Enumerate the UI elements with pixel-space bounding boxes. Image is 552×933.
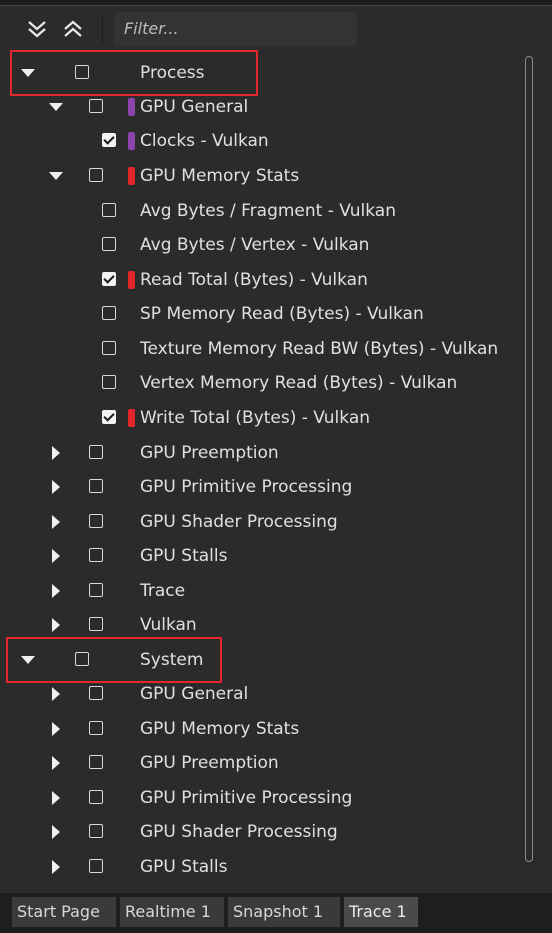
tree-label: Clocks - Vulkan [140, 131, 269, 151]
red-marker [128, 409, 135, 427]
chevron-right-icon[interactable] [47, 436, 65, 470]
checkbox[interactable] [89, 514, 103, 528]
tree-row-system-gpu-shader-processing[interactable]: GPU Shader Processing [0, 815, 520, 849]
top-border [0, 0, 552, 6]
counter-tree: Process GPU General Clocks - Vulkan GPU … [0, 56, 520, 892]
checkbox-checked[interactable] [102, 410, 116, 424]
checkbox[interactable] [102, 341, 116, 355]
tree-row-avg-bytes-vertex[interactable]: Avg Bytes / Vertex - Vulkan [0, 228, 520, 262]
double-chevron-up-icon[interactable] [58, 14, 88, 44]
checkbox[interactable] [89, 99, 103, 113]
checkbox[interactable] [89, 479, 103, 493]
checkbox[interactable] [89, 548, 103, 562]
tree-label: GPU Preemption [140, 753, 279, 773]
checkbox[interactable] [89, 755, 103, 769]
checkbox[interactable] [89, 721, 103, 735]
checkbox[interactable] [102, 375, 116, 389]
chevron-right-icon[interactable] [47, 850, 65, 884]
tree-label: GPU Preemption [140, 443, 279, 463]
checkbox-checked[interactable] [102, 133, 116, 147]
checkbox[interactable] [89, 859, 103, 873]
tree-label: Avg Bytes / Vertex - Vulkan [140, 235, 370, 255]
red-marker [128, 271, 135, 289]
tree-row-gpu-primitive-processing[interactable]: GPU Primitive Processing [0, 470, 520, 504]
checkbox[interactable] [102, 306, 116, 320]
tree-label: GPU Shader Processing [140, 512, 338, 532]
tree-row-vertex-memory-read[interactable]: Vertex Memory Read (Bytes) - Vulkan [0, 366, 520, 400]
chevron-right-icon[interactable] [47, 746, 65, 780]
tab-snapshot[interactable]: Snapshot 1 [228, 897, 340, 927]
tree-label: GPU Stalls [140, 546, 228, 566]
checkbox[interactable] [89, 583, 103, 597]
tree-row-gpu-shader-processing[interactable]: GPU Shader Processing [0, 505, 520, 539]
tree-row-trace[interactable]: Trace [0, 574, 520, 608]
tree-label: Avg Bytes / Fragment - Vulkan [140, 201, 396, 221]
tree-label: SP Memory Read (Bytes) - Vulkan [140, 304, 424, 324]
bottom-tab-bar: Start Page Realtime 1 Snapshot 1 Trace 1 [0, 893, 552, 933]
tab-start-page[interactable]: Start Page [12, 897, 116, 927]
tree-label: GPU Memory Stats [140, 719, 300, 739]
checkbox[interactable] [89, 617, 103, 631]
tree-row-system-gpu-primitive-processing[interactable]: GPU Primitive Processing [0, 781, 520, 815]
chevron-right-icon[interactable] [47, 470, 65, 504]
chevron-down-icon[interactable] [47, 159, 65, 193]
highlight-box-system [6, 637, 222, 683]
tree-label: Write Total (Bytes) - Vulkan [140, 408, 371, 428]
checkbox[interactable] [89, 824, 103, 838]
highlight-box-process [10, 50, 258, 96]
tree-row-clocks[interactable]: Clocks - Vulkan [0, 124, 520, 158]
chevron-right-icon[interactable] [47, 781, 65, 815]
tree-label: GPU Shader Processing [140, 822, 338, 842]
tab-realtime[interactable]: Realtime 1 [120, 897, 224, 927]
tree-label: GPU Memory Stats [140, 166, 300, 186]
tree-row-partial [0, 884, 520, 892]
chevron-right-icon[interactable] [47, 884, 65, 892]
tree-row-gpu-memory-stats[interactable]: GPU Memory Stats [0, 159, 520, 193]
tree-row-gpu-preemption[interactable]: GPU Preemption [0, 436, 520, 470]
tree-label: Trace [140, 581, 186, 601]
checkbox[interactable] [102, 237, 116, 251]
vertical-scrollbar[interactable] [525, 56, 533, 862]
tree-row-texture-memory-read[interactable]: Texture Memory Read BW (Bytes) - Vulkan [0, 332, 520, 366]
tree-row-avg-bytes-fragment[interactable]: Avg Bytes / Fragment - Vulkan [0, 194, 520, 228]
tree-row-gpu-stalls[interactable]: GPU Stalls [0, 539, 520, 573]
toolbar-separator [102, 14, 103, 44]
checkbox[interactable] [89, 168, 103, 182]
tree-label: Texture Memory Read BW (Bytes) - Vulkan [140, 339, 499, 359]
purple-marker [128, 132, 135, 150]
double-chevron-down-icon[interactable] [22, 14, 52, 44]
checkbox[interactable] [89, 445, 103, 459]
chevron-right-icon[interactable] [47, 574, 65, 608]
chevron-right-icon[interactable] [47, 539, 65, 573]
tree-label: GPU Stalls [140, 857, 228, 877]
tree-row-system-gpu-preemption[interactable]: GPU Preemption [0, 746, 520, 780]
checkbox[interactable] [89, 686, 103, 700]
tree-row-system-gpu-stalls[interactable]: GPU Stalls [0, 850, 520, 884]
tree-label: Read Total (Bytes) - Vulkan [140, 270, 368, 290]
tree-label: GPU Primitive Processing [140, 788, 353, 808]
tree-label: Vertex Memory Read (Bytes) - Vulkan [140, 373, 458, 393]
tab-trace[interactable]: Trace 1 [344, 897, 418, 927]
chevron-right-icon[interactable] [47, 505, 65, 539]
tree-row-system-gpu-memory-stats[interactable]: GPU Memory Stats [0, 712, 520, 746]
checkbox[interactable] [102, 203, 116, 217]
red-marker [128, 167, 135, 185]
tree-row-read-total[interactable]: Read Total (Bytes) - Vulkan [0, 263, 520, 297]
toolbar: Filter... [0, 8, 552, 50]
tree-row-sp-memory-read[interactable]: SP Memory Read (Bytes) - Vulkan [0, 297, 520, 331]
purple-marker [128, 98, 135, 116]
filter-input[interactable]: Filter... [114, 12, 357, 46]
chevron-right-icon[interactable] [47, 712, 65, 746]
checkbox-checked[interactable] [102, 272, 116, 286]
tree-row-write-total[interactable]: Write Total (Bytes) - Vulkan [0, 401, 520, 435]
checkbox[interactable] [89, 790, 103, 804]
tree-label: GPU Primitive Processing [140, 477, 353, 497]
chevron-right-icon[interactable] [47, 815, 65, 849]
